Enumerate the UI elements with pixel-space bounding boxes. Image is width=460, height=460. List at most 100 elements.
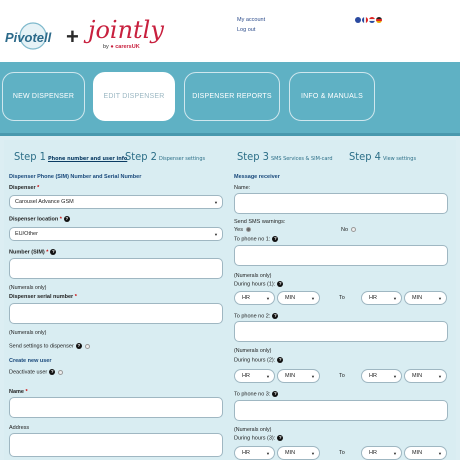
sms-no-radio[interactable] (351, 227, 357, 233)
help-icon[interactable]: ? (277, 357, 284, 363)
step-1[interactable]: Step 1 Phone number and user info (14, 150, 127, 163)
help-icon[interactable]: ? (277, 435, 284, 441)
log-out-link[interactable]: Log out (237, 27, 255, 33)
flag-uk-icon[interactable] (355, 17, 361, 23)
phone1-label: To phone no 1:? (234, 236, 279, 243)
phone3-input[interactable] (234, 400, 448, 421)
chevron-down-icon: ▼ (438, 374, 442, 379)
required-mark: * (59, 216, 62, 223)
sms-warnings-label: Send SMS warnings: (234, 219, 286, 225)
numerals-note-c: (Numerals only) (234, 427, 272, 433)
chevron-down-icon: ▼ (438, 451, 442, 456)
tab-edit-dispenser[interactable]: EDIT DISPENSER (93, 72, 175, 121)
carers-icon: ● (110, 44, 114, 50)
numerals-note-b: (Numerals only) (234, 348, 272, 354)
tab-dispenser-reports[interactable]: DISPENSER REPORTS (184, 72, 280, 121)
required-mark: * (46, 249, 49, 256)
phone2-label-text: To phone no 2: (234, 313, 271, 320)
help-icon[interactable]: ? (75, 343, 82, 349)
step-2-number: Step 2 (125, 150, 157, 163)
number-label-text: Number (SIM) (9, 249, 45, 256)
chevron-down-icon: ▼ (266, 296, 270, 301)
step-3[interactable]: Step 3 SMS Services & SIM-card (237, 150, 332, 163)
sms-yes-option[interactable]: Yes (234, 227, 251, 233)
during2-to-label: To (339, 373, 345, 379)
dispenser-label: Dispenser * (9, 185, 39, 191)
location-select-value: EU/Other (15, 231, 38, 237)
step-4[interactable]: Step 4 View settings (349, 150, 416, 163)
svg-text:Pivotell: Pivotell (5, 30, 52, 45)
deactivate-label: Deactivate user (9, 369, 48, 376)
step-1-label: Phone number and user info (47, 156, 128, 162)
phone1-input[interactable] (234, 245, 448, 266)
during1-from-min-select[interactable]: MIN ▼ (277, 291, 320, 305)
during1-label-text: During hours (1): (234, 281, 276, 288)
sms-no-option[interactable]: No (341, 227, 357, 233)
flag-fr-icon[interactable] (362, 17, 368, 23)
my-account-link[interactable]: My account (237, 17, 265, 23)
during3-to-hr-select[interactable]: HR ▼ (361, 446, 402, 460)
step-2[interactable]: Step 2 Dispenser settings (125, 150, 205, 163)
message-receiver-title: Message receiver (234, 174, 280, 180)
help-icon[interactable]: ? (272, 391, 279, 397)
phone3-label-text: To phone no 3: (234, 391, 271, 398)
receiver-name-input[interactable] (234, 193, 448, 214)
phone2-input[interactable] (234, 321, 448, 342)
phone1-label-text: To phone no 1: (234, 236, 271, 243)
help-icon[interactable]: ? (272, 313, 279, 319)
serial-label-text: Dispenser serial number (9, 294, 74, 300)
during2-from-hr-select[interactable]: HR ▼ (234, 369, 275, 383)
step-2-label: Dispenser settings (158, 156, 206, 162)
during1-to-min-select[interactable]: MIN ▼ (404, 291, 447, 305)
send-settings-row: Send settings to dispenser? (9, 343, 90, 349)
during3-label: During hours (3):? (234, 435, 284, 441)
tab-info-manuals[interactable]: INFO & MANUALS (289, 72, 375, 121)
name-label-text: Name (9, 389, 24, 395)
flag-nl-icon[interactable] (369, 17, 375, 23)
help-icon[interactable]: ? (50, 249, 57, 255)
step-4-number: Step 4 (349, 150, 381, 163)
min-value: MIN (285, 295, 296, 301)
during1-to-hr-select[interactable]: HR ▼ (361, 291, 402, 305)
during1-from-hr-select[interactable]: HR ▼ (234, 291, 275, 305)
during3-to-min-select[interactable]: MIN ▼ (404, 446, 447, 460)
dispenser-select[interactable]: Carousel Advance GSM ▼ (9, 195, 223, 209)
help-icon[interactable]: ? (272, 236, 279, 242)
flag-de-icon[interactable] (376, 17, 382, 23)
help-icon[interactable]: ? (49, 369, 56, 375)
dispenser-select-value: Carousel Advance GSM (15, 199, 74, 205)
help-icon[interactable]: ? (63, 216, 70, 222)
hr-value: HR (369, 295, 377, 301)
location-select[interactable]: EU/Other ▼ (9, 227, 223, 241)
receiver-name-label: Name: (234, 185, 251, 191)
during2-from-min-select[interactable]: MIN ▼ (277, 369, 320, 383)
chevron-down-icon: ▼ (311, 296, 315, 301)
chevron-down-icon: ▼ (266, 451, 270, 456)
during2-to-min-select[interactable]: MIN ▼ (404, 369, 447, 383)
form-panel: Step 1 Phone number and user info Step 2D… (4, 140, 456, 460)
during1-to-label: To (339, 295, 345, 301)
help-icon[interactable]: ? (277, 281, 284, 287)
number-sim-input[interactable] (9, 258, 223, 279)
during3-from-min-select[interactable]: MIN ▼ (277, 446, 320, 460)
step-3-label: SMS Services & SIM-card (270, 156, 333, 162)
deactivate-radio[interactable] (58, 369, 64, 375)
during1-label: During hours (1):? (234, 281, 284, 288)
user-name-input[interactable] (9, 397, 223, 418)
phone3-label: To phone no 3:? (234, 391, 279, 398)
address-input[interactable] (9, 433, 223, 457)
chevron-down-icon: ▼ (311, 451, 315, 456)
location-label: Dispenser location *? (9, 216, 70, 222)
send-settings-radio[interactable] (84, 343, 90, 349)
jointly-logo[interactable]: jointly (88, 16, 164, 44)
hr-value: HR (242, 295, 250, 301)
serial-number-input[interactable] (9, 303, 223, 324)
pivotell-logo[interactable]: Pivotell (3, 21, 61, 51)
serial-label: Dispenser serial number * (9, 294, 77, 300)
min-value: MIN (412, 373, 423, 379)
sms-yes-label: Yes (234, 227, 243, 233)
during2-to-hr-select[interactable]: HR ▼ (361, 369, 402, 383)
tab-new-dispenser[interactable]: NEW DISPENSER (2, 72, 85, 121)
sms-yes-radio[interactable] (245, 227, 251, 233)
during3-from-hr-select[interactable]: HR ▼ (234, 446, 275, 460)
